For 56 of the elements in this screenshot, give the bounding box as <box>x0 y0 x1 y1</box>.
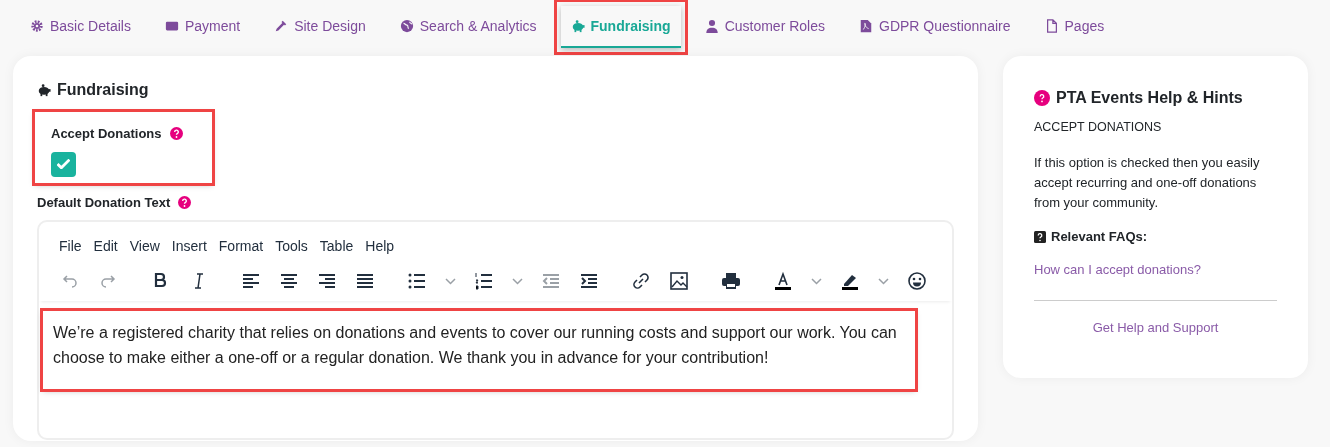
tab[interactable]: Search & Analytics <box>389 6 547 48</box>
menu-item[interactable]: Table <box>315 236 362 257</box>
bullet-list-icon <box>407 271 427 291</box>
document-icon <box>859 19 873 33</box>
menu-item[interactable]: Format <box>214 236 272 257</box>
menu-item[interactable]: Insert <box>167 236 215 257</box>
editor-text: We’re a registered charity that relies on donations and events to cover our running costs and support our work. You can choose to make either a one-off or a regular donation. We thank you in advance for your contribution! <box>43 311 915 389</box>
justify-icon <box>355 271 375 291</box>
question-square-icon <box>1034 230 1046 243</box>
help-icon <box>1034 90 1050 106</box>
menu-item[interactable]: Tools <box>271 236 316 257</box>
help-topic: ACCEPT DONATIONS <box>1034 119 1163 136</box>
faq-link[interactable]: How can I accept donations? <box>1034 261 1201 277</box>
text-color-icon <box>773 271 793 291</box>
cog-icon <box>30 19 44 33</box>
chevron-down-icon <box>811 277 822 285</box>
tab[interactable]: Pages <box>1034 6 1115 48</box>
numbered-list-icon <box>474 271 494 291</box>
user-icon <box>704 19 719 33</box>
field-label: Default Donation Text <box>37 193 171 212</box>
field-label: Accept Donations <box>51 125 162 143</box>
tab[interactable]: GDPR Questionnaire <box>849 6 1021 48</box>
tab[interactable]: Site Design <box>264 6 376 48</box>
form-title: Fundraising <box>57 80 149 100</box>
image-icon <box>669 271 689 291</box>
check-icon <box>57 159 70 169</box>
align-center-icon <box>279 271 299 291</box>
printer-icon <box>721 271 741 291</box>
piggy-bank-icon <box>37 83 51 97</box>
support-link[interactable]: Get Help and Support <box>1092 319 1219 335</box>
menu-item[interactable]: View <box>125 236 168 257</box>
link-icon <box>631 271 651 291</box>
menu-item[interactable]: Help <box>361 236 403 257</box>
help-icon <box>178 195 192 209</box>
tab[interactable]: Customer Roles <box>694 6 835 48</box>
tab[interactable]: Payment <box>154 6 251 48</box>
chevron-down-icon <box>445 277 456 285</box>
help-text: If this option is checked then you easily accept recurring and one-off donations from your community. <box>1034 153 1261 213</box>
card-icon <box>164 19 179 33</box>
menu-item[interactable]: File <box>55 236 90 257</box>
outdent-icon <box>541 271 561 291</box>
chevron-down-icon <box>878 277 889 285</box>
chevron-down-icon <box>512 277 523 285</box>
checkbox[interactable] <box>51 151 76 177</box>
help-icon <box>169 127 183 141</box>
tab[interactable]: Basic Details <box>20 6 141 48</box>
globe-icon <box>399 19 414 33</box>
align-right-icon <box>317 271 337 291</box>
indent-icon <box>579 271 599 291</box>
help-title: PTA Events Help & Hints <box>1056 88 1243 108</box>
smiley-icon <box>907 271 927 291</box>
file-icon <box>1044 19 1059 33</box>
faq-heading: Relevant FAQs: <box>1051 228 1148 247</box>
menu-item[interactable]: Edit <box>89 236 126 257</box>
align-left-icon <box>241 271 261 291</box>
piggy-bank-icon <box>570 19 585 33</box>
